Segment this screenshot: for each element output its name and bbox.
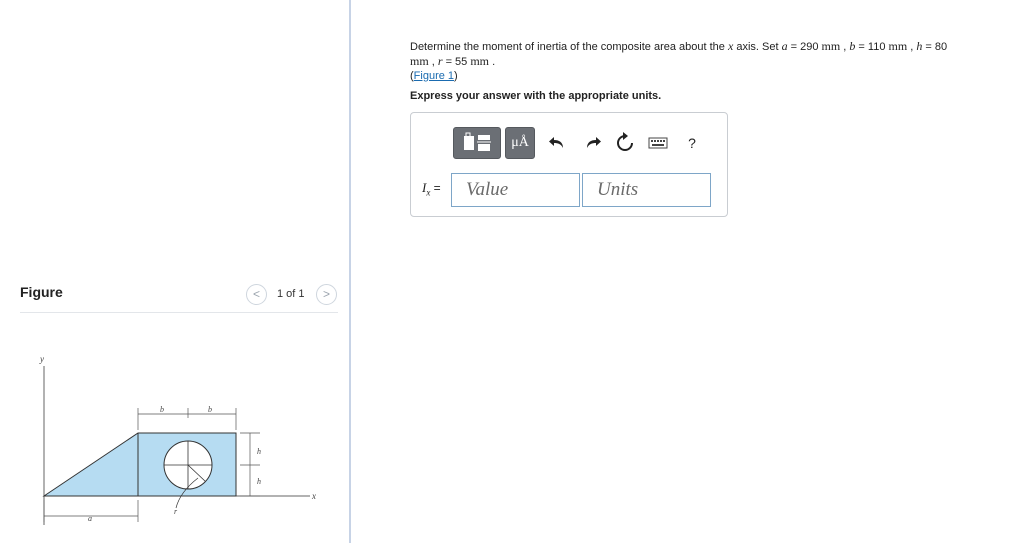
templates-button[interactable] bbox=[453, 127, 501, 159]
figure-title: Figure bbox=[20, 284, 63, 300]
answer-instruction: Express your answer with the appropriate… bbox=[410, 90, 662, 102]
answer-label: Ix = bbox=[422, 180, 441, 198]
figure-pane: Figure < 1 of 1 > y x r b b h h a bbox=[0, 0, 350, 543]
answer-box: μÅ ? Ix = bbox=[410, 112, 728, 217]
previous-figure-button[interactable]: < bbox=[246, 284, 267, 305]
keyboard-icon[interactable] bbox=[646, 131, 670, 155]
radius-label: r bbox=[174, 507, 178, 516]
b-label-left: b bbox=[160, 405, 164, 414]
page-indicator: 1 of 1 bbox=[277, 288, 305, 300]
help-icon[interactable]: ? bbox=[680, 131, 704, 155]
figure-divider bbox=[20, 312, 338, 313]
question-text: Determine the moment of inertia of the c… bbox=[410, 39, 948, 82]
figure-header: Figure < 1 of 1 > bbox=[20, 282, 338, 312]
x-axis-label: x bbox=[311, 491, 316, 501]
units-input[interactable] bbox=[582, 173, 711, 207]
y-axis-label: y bbox=[39, 354, 44, 364]
next-figure-button[interactable]: > bbox=[316, 284, 337, 305]
b-label-right: b bbox=[208, 405, 212, 414]
h-label-bottom: h bbox=[257, 477, 261, 486]
redo-icon[interactable] bbox=[580, 131, 604, 155]
pane-divider bbox=[349, 0, 351, 543]
undo-icon[interactable] bbox=[546, 131, 570, 155]
composite-area-figure: y x r b b h h a bbox=[39, 354, 316, 525]
figure-link[interactable]: Figure 1 bbox=[414, 70, 454, 82]
h-label-top: h bbox=[257, 447, 261, 456]
reset-icon[interactable] bbox=[613, 131, 637, 155]
a-label: a bbox=[88, 514, 92, 523]
units-button[interactable]: μÅ bbox=[505, 127, 535, 159]
value-input[interactable] bbox=[451, 173, 580, 207]
